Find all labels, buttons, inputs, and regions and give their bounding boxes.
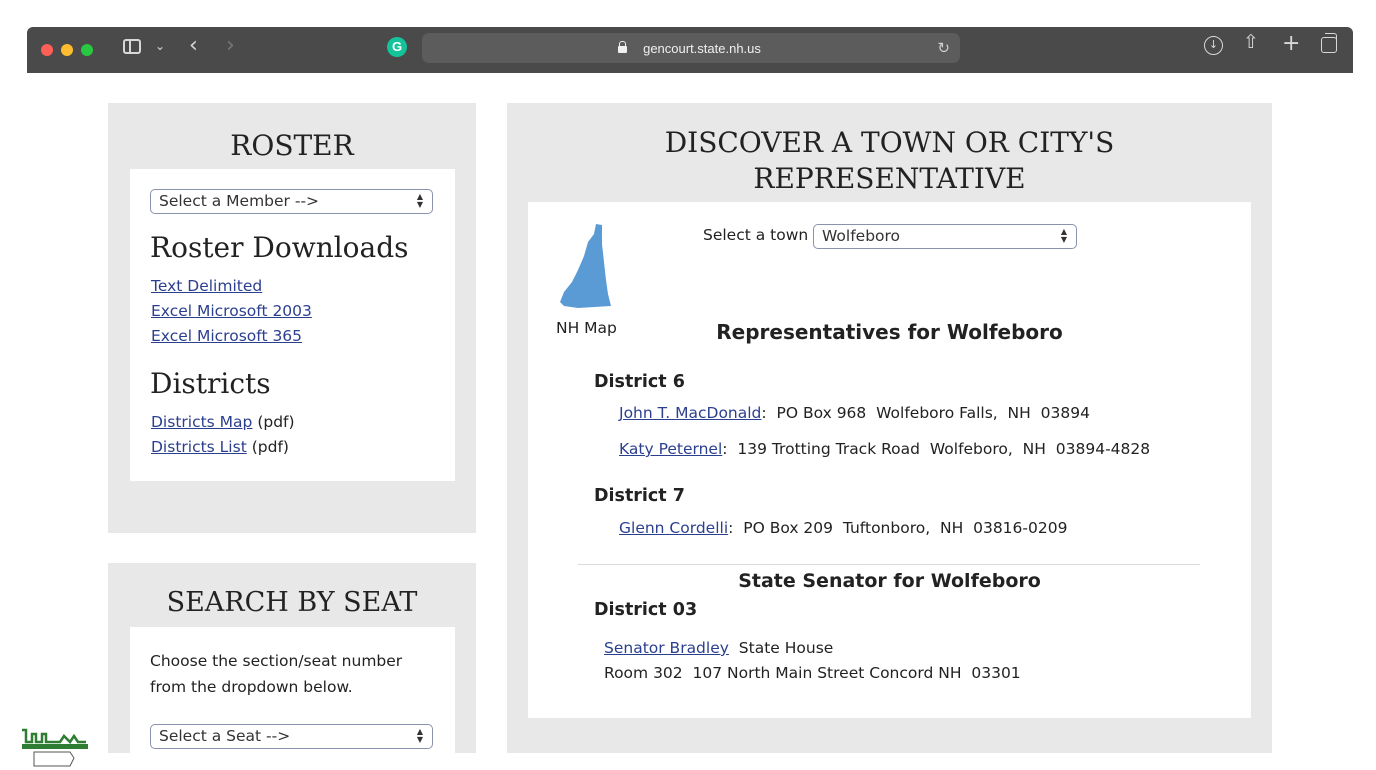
senator-address-line1: State House xyxy=(728,639,834,657)
senator-district-heading: District 03 xyxy=(594,600,698,620)
tab-overview-icon[interactable] xyxy=(1321,33,1337,53)
nh-map-image[interactable] xyxy=(558,222,616,308)
town-select-label: Select a town xyxy=(703,226,809,244)
search-by-seat-card: Choose the section/seat number from the … xyxy=(130,627,455,757)
district-7-heading: District 7 xyxy=(594,486,685,506)
excel-365-link[interactable]: Excel Microsoft 365 xyxy=(151,327,302,345)
rep-katy-peternel-link[interactable]: Katy Peternel xyxy=(619,440,722,458)
seat-instructions-line1: Choose the section/seat number xyxy=(150,652,403,670)
rep-address: : 139 Trotting Track Road Wolfeboro, NH … xyxy=(722,440,1151,458)
select-arrows-icon: ▲ ▼ xyxy=(416,727,424,744)
excel-2003-link[interactable]: Excel Microsoft 2003 xyxy=(151,302,312,320)
member-select[interactable]: Select a Member --> ▲ ▼ xyxy=(150,189,433,214)
discover-representative-panel: DISCOVER A TOWN OR CITY'S REPRESENTATIVE… xyxy=(507,103,1272,753)
sidebar-toggle-icon[interactable] xyxy=(123,39,141,54)
districts-list-link[interactable]: Districts List xyxy=(151,438,247,456)
discover-title-line1: DISCOVER A TOWN OR CITY'S xyxy=(664,126,1115,159)
rep-row: John T. MacDonald: PO Box 968 Wolfeboro … xyxy=(619,404,1090,422)
rep-row: Glenn Cordelli: PO Box 209 Tuftonboro, N… xyxy=(619,519,1067,537)
section-divider xyxy=(578,564,1200,565)
close-window-button[interactable] xyxy=(41,44,53,56)
roster-panel: ROSTER Select a Member --> ▲ ▼ Roster Dow… xyxy=(108,103,476,533)
reps-heading: Representatives for Wolfeboro xyxy=(528,320,1251,344)
reload-icon[interactable]: ↻ xyxy=(937,39,950,57)
discover-title: DISCOVER A TOWN OR CITY'S REPRESENTATIVE xyxy=(507,125,1272,197)
districts-list-row: Districts List (pdf) xyxy=(151,438,289,456)
reps-heading-text: Representatives for Wolfeboro xyxy=(716,320,1063,344)
text-delimited-link[interactable]: Text Delimited xyxy=(151,277,262,295)
senator-address-line2: Room 302 107 North Main Street Concord N… xyxy=(604,664,1021,682)
search-by-seat-panel: SEARCH BY SEAT Choose the section/seat n… xyxy=(108,563,476,757)
rep-address: : PO Box 209 Tuftonboro, NH 03816-0209 xyxy=(728,519,1068,537)
districts-heading: Districts xyxy=(150,367,271,400)
senator-row: Senator Bradley State House xyxy=(604,639,833,657)
search-by-seat-title: SEARCH BY SEAT xyxy=(166,587,418,618)
roster-card: Select a Member --> ▲ ▼ Roster Downloads … xyxy=(130,169,455,481)
browser-toolbar: ⌄ ‹ › G gencourt.state.nh.us ↻ ↓ ⇧ + xyxy=(27,27,1353,73)
select-arrows-icon: ▲ ▼ xyxy=(416,192,424,209)
senator-bradley-link[interactable]: Senator Bradley xyxy=(604,639,729,657)
url-text: gencourt.state.nh.us xyxy=(643,41,761,56)
back-arrow-icon[interactable]: ‹ xyxy=(189,35,198,57)
zoom-window-button[interactable] xyxy=(81,44,93,56)
pdf-label: (pdf) xyxy=(257,413,295,431)
district-6-heading: District 6 xyxy=(594,372,685,392)
share-icon[interactable]: ⇧ xyxy=(1243,33,1259,52)
districts-map-row: Districts Map (pdf) xyxy=(151,413,295,431)
forward-arrow-icon[interactable]: › xyxy=(226,35,235,57)
discover-title-line2: REPRESENTATIVE xyxy=(753,162,1026,195)
roster-downloads-heading: Roster Downloads xyxy=(150,231,409,264)
rep-address: : PO Box 968 Wolfeboro Falls, NH 03894 xyxy=(761,404,1090,422)
rep-john-macdonald-link[interactable]: John T. MacDonald xyxy=(619,404,761,422)
seat-instructions-line2: from the dropdown below. xyxy=(150,678,353,696)
town-select-value: Wolfeboro xyxy=(822,227,901,245)
rep-row: Katy Peternel: 139 Trotting Track Road W… xyxy=(619,440,1150,458)
address-bar[interactable]: gencourt.state.nh.us ↻ xyxy=(422,33,960,63)
rep-glenn-cordelli-link[interactable]: Glenn Cordelli xyxy=(619,519,728,537)
minimize-window-button[interactable] xyxy=(61,44,73,56)
downloads-icon[interactable]: ↓ xyxy=(1204,36,1223,55)
pdf-label: (pdf) xyxy=(251,438,289,456)
chevron-down-icon[interactable]: ⌄ xyxy=(155,40,165,52)
districts-map-link[interactable]: Districts Map xyxy=(151,413,252,431)
senator-heading: State Senator for Wolfeboro xyxy=(738,570,1041,592)
member-select-value: Select a Member --> xyxy=(159,192,320,210)
grammarly-extension-icon[interactable]: G xyxy=(387,37,407,57)
nhma-logo xyxy=(22,728,88,767)
new-tab-icon[interactable]: + xyxy=(1282,33,1300,55)
seat-select[interactable]: Select a Seat --> ▲ ▼ xyxy=(150,724,433,749)
roster-title: ROSTER xyxy=(230,129,354,162)
seat-select-value: Select a Seat --> xyxy=(159,727,291,745)
select-arrows-icon: ▲ ▼ xyxy=(1060,227,1068,244)
town-select[interactable]: Wolfeboro ▲ ▼ xyxy=(813,224,1077,249)
discover-card: NH Map Select a town Wolfeboro ▲ ▼ Repres… xyxy=(528,202,1251,718)
